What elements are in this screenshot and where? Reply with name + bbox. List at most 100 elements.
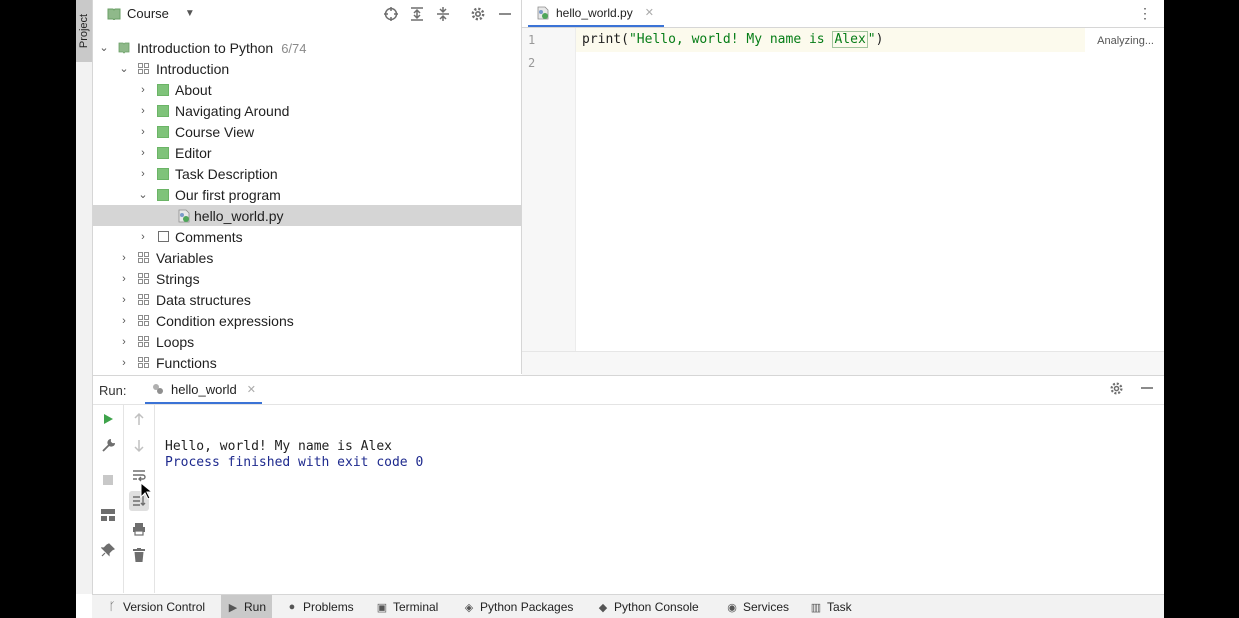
- close-icon[interactable]: ✕: [645, 6, 654, 19]
- section-icon: [138, 251, 150, 264]
- left-tool-strip: Project: [76, 0, 93, 594]
- tree-lesson-editor[interactable]: › Editor: [93, 142, 521, 163]
- stop-icon[interactable]: [98, 470, 118, 490]
- rerun-icon[interactable]: [98, 409, 118, 429]
- tool-terminal[interactable]: ▣ Terminal: [370, 595, 444, 618]
- tree-lesson-comments[interactable]: › Comments: [93, 226, 521, 247]
- layout-icon[interactable]: [98, 505, 118, 525]
- locate-icon[interactable]: [382, 5, 400, 23]
- chevron-right-icon[interactable]: ›: [137, 168, 149, 180]
- section-icon: [138, 356, 150, 369]
- code-line-1[interactable]: print("Hello, world! My name is Alex "): [582, 31, 883, 48]
- run-toolbar-primary: [93, 405, 124, 593]
- tool-services[interactable]: ◉ Services: [720, 595, 795, 618]
- tree-section-label: Introduction: [156, 60, 230, 77]
- chevron-right-icon[interactable]: ›: [118, 357, 130, 369]
- tree-lesson-label: Task Description: [175, 165, 278, 182]
- tree-lesson-course-view[interactable]: › Course View: [93, 121, 521, 142]
- ide-window: Project Course ▼ ⌄ Introduction to Pytho…: [76, 0, 1164, 618]
- gear-icon[interactable]: [1109, 381, 1124, 400]
- tree-lesson-our-first-program[interactable]: ⌄ Our first program: [93, 184, 521, 205]
- solved-lesson-icon: [157, 104, 169, 117]
- tree-root[interactable]: ⌄ Introduction to Python 6/74: [93, 37, 521, 58]
- close-icon[interactable]: ✕: [247, 383, 256, 396]
- project-tool-tab-label: Project: [78, 13, 90, 49]
- view-selector-label: Course: [127, 6, 169, 21]
- view-selector[interactable]: Course ▼: [107, 6, 195, 21]
- chevron-right-icon[interactable]: ›: [137, 126, 149, 138]
- print-icon[interactable]: [129, 519, 149, 539]
- chevron-down-icon[interactable]: ⌄: [98, 42, 110, 54]
- unsolved-lesson-icon: [158, 231, 169, 242]
- minimize-icon[interactable]: [1140, 381, 1154, 400]
- gear-icon[interactable]: [469, 5, 487, 23]
- python-icon: ◆: [598, 601, 608, 614]
- tool-task[interactable]: ▥ Task: [804, 595, 858, 618]
- tool-python-console[interactable]: ◆ Python Console: [591, 595, 705, 618]
- chevron-right-icon[interactable]: ›: [137, 231, 149, 243]
- tree-section-condition-expressions[interactable]: › Condition expressions: [93, 310, 521, 331]
- collapse-all-icon[interactable]: [434, 5, 452, 23]
- mouse-cursor-icon: [140, 482, 154, 500]
- tree-section-introduction[interactable]: ⌄ Introduction: [93, 58, 521, 79]
- chevron-right-icon[interactable]: ›: [118, 336, 130, 348]
- editor-tab-hello-world[interactable]: hello_world.py ✕: [528, 0, 664, 27]
- run-tab-hello-world[interactable]: hello_world ✕: [145, 376, 262, 404]
- tree-file-label: hello_world.py: [194, 207, 284, 224]
- tree-section-data-structures[interactable]: › Data structures: [93, 289, 521, 310]
- chevron-right-icon[interactable]: ›: [118, 252, 130, 264]
- code-string-end: ": [867, 32, 876, 47]
- tool-problems[interactable]: ● Problems: [280, 595, 360, 618]
- pin-icon[interactable]: [98, 540, 118, 560]
- section-icon: [138, 62, 150, 75]
- chevron-right-icon[interactable]: ›: [118, 315, 130, 327]
- placeholder-highlight[interactable]: Alex: [832, 31, 868, 48]
- tree-lesson-task-description[interactable]: › Task Description: [93, 163, 521, 184]
- arrow-down-icon[interactable]: [129, 436, 149, 456]
- more-options-icon[interactable]: ⋮: [1138, 6, 1152, 20]
- tree-lesson-navigating-around[interactable]: › Navigating Around: [93, 100, 521, 121]
- chevron-right-icon[interactable]: ›: [118, 294, 130, 306]
- tree-section-strings[interactable]: › Strings: [93, 268, 521, 289]
- line-number: 2: [528, 56, 536, 70]
- console-output[interactable]: Hello, world! My name is Alex Process fi…: [165, 409, 423, 499]
- arrow-up-icon[interactable]: [129, 409, 149, 429]
- chevron-down-icon[interactable]: ⌄: [137, 189, 149, 201]
- section-icon: [138, 293, 150, 306]
- run-panel: Run: hello_world ✕ Hello, world! My name…: [93, 375, 1164, 595]
- wrench-icon[interactable]: [98, 436, 118, 456]
- tree-section-label: Data structures: [156, 291, 251, 308]
- tree-section-label: Condition expressions: [156, 312, 294, 329]
- chevron-down-icon[interactable]: ⌄: [118, 63, 130, 75]
- tool-run[interactable]: ▶ Run: [221, 595, 273, 618]
- project-tool-tab[interactable]: Project: [76, 0, 92, 62]
- editor-pane: hello_world.py ✕ ⋮ 1 2 print("Hello, wor…: [522, 0, 1164, 375]
- chevron-right-icon[interactable]: ›: [137, 105, 149, 117]
- tree-lesson-about[interactable]: › About: [93, 79, 521, 100]
- trash-icon[interactable]: [129, 545, 149, 565]
- chevron-right-icon[interactable]: ›: [118, 273, 130, 285]
- editor-tab-bar: hello_world.py ✕ ⋮: [522, 0, 1164, 28]
- tree-section-variables[interactable]: › Variables: [93, 247, 521, 268]
- tree-file-hello-world[interactable]: hello_world.py: [93, 205, 521, 226]
- tree-section-functions[interactable]: › Functions: [93, 352, 521, 373]
- chevron-right-icon[interactable]: ›: [137, 84, 149, 96]
- book-icon: ▥: [810, 601, 822, 614]
- minimize-icon[interactable]: [496, 5, 514, 23]
- code-function: print(: [582, 32, 629, 47]
- python-file-icon: [178, 209, 190, 222]
- line-number-gutter: 1 2: [522, 28, 576, 351]
- expand-all-icon[interactable]: [408, 5, 426, 23]
- chevron-right-icon[interactable]: ›: [137, 147, 149, 159]
- solved-lesson-icon: [157, 146, 169, 159]
- tool-label: Problems: [303, 600, 354, 614]
- project-panel: Course ▼ ⌄ Introduction to Python 6/74 ⌄…: [93, 0, 522, 374]
- tree-section-loops[interactable]: › Loops: [93, 331, 521, 352]
- chevron-down-icon: ▼: [184, 8, 195, 19]
- tool-version-control[interactable]: ᚴ Version Control: [100, 595, 211, 618]
- tool-python-packages[interactable]: ◈ Python Packages: [457, 595, 579, 618]
- python-icon: [153, 384, 163, 394]
- solved-lesson-icon: [157, 125, 169, 138]
- run-panel-title: Run:: [99, 383, 127, 398]
- editor-breadcrumb-bar: [522, 351, 1164, 375]
